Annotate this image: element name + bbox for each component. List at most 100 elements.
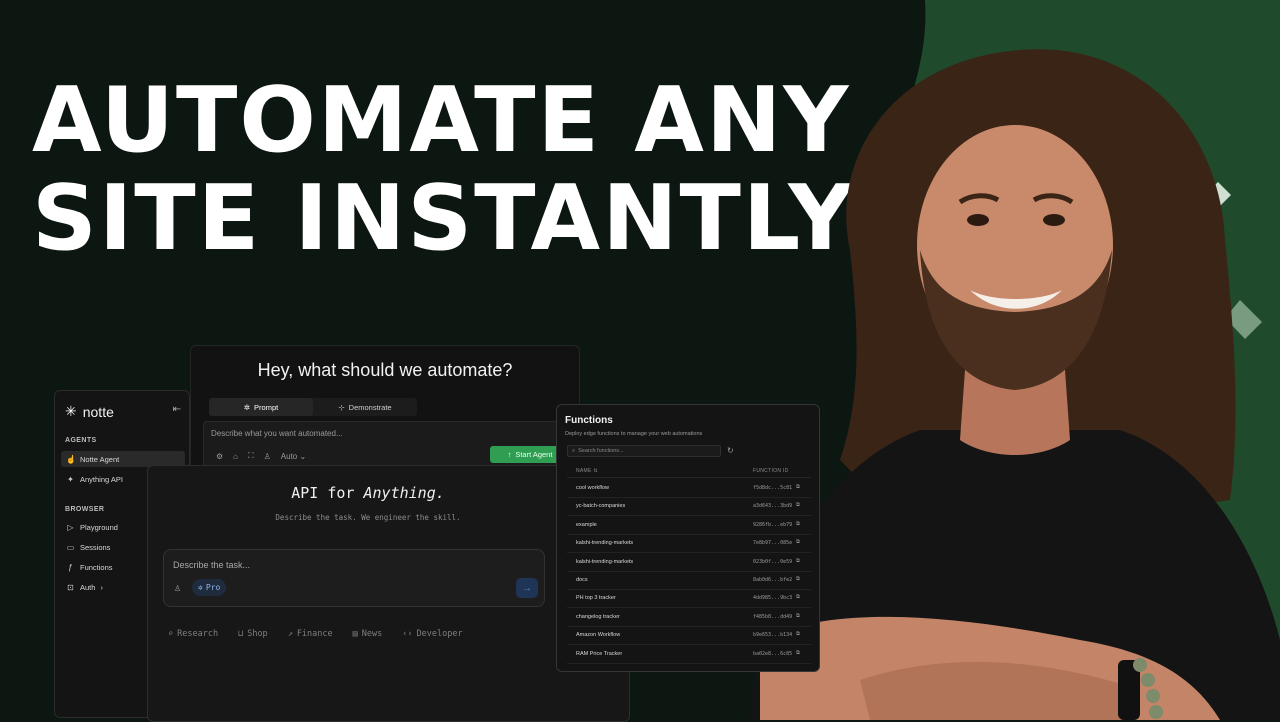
category-shop[interactable]: ⊔ Shop <box>238 629 268 639</box>
api-title-prefix: API for <box>291 484 364 502</box>
sidebar-item-label: Functions <box>80 562 113 572</box>
category-news[interactable]: ▤ News <box>353 629 383 639</box>
function-name: docs <box>576 577 588 583</box>
sort-icon: ⇅ <box>593 468 598 474</box>
pro-badge[interactable]: ✲ Pro <box>192 579 227 596</box>
sparkle-icon: ✦ <box>67 474 74 484</box>
category-list: ⌕ Research ⊔ Shop ↗ Finance ▤ News ‹› Develop… <box>168 629 463 639</box>
function-id: a3d643...3bd9 <box>753 503 793 510</box>
start-agent-label: Start Agent <box>515 450 553 459</box>
section-title-browser: BROWSER <box>65 506 105 513</box>
brand-name: notte <box>82 403 114 420</box>
task-placeholder: Describe the task... <box>173 560 251 570</box>
scan-icon[interactable]: ⛶ <box>248 451 254 461</box>
function-id: 4dd985...9bc3 <box>753 595 793 602</box>
table-row[interactable]: PH top 3 tracker 4dd985...9bc3 ⧉ <box>567 589 811 609</box>
function-name: kalshi-trending-markets <box>576 558 634 565</box>
column-function-id: FUNCTION ID <box>753 468 789 474</box>
copy-icon[interactable]: ⧉ <box>796 650 800 657</box>
api-title: API for Anything. <box>148 484 588 502</box>
copy-icon[interactable]: ⧉ <box>796 594 800 601</box>
functions-table-header: NAME ⇅ FUNCTION ID <box>567 465 811 478</box>
function-id: f5d8dc...5c81 <box>753 485 793 491</box>
copy-icon[interactable]: ⧉ <box>796 613 800 620</box>
cursor-icon: ⊹ <box>338 402 345 412</box>
tab-demonstrate[interactable]: ⊹ Demonstrate <box>313 398 417 416</box>
collapse-sidebar-icon[interactable]: ⇤ <box>173 404 181 415</box>
prompt-placeholder: Describe what you want automated... <box>211 429 343 438</box>
copy-icon[interactable]: ⧉ <box>796 558 800 565</box>
table-row[interactable]: kalshi-trending-markets 023b0f...0e59 ⧉ <box>567 553 811 572</box>
functions-search-input[interactable]: ⌕ Search functions... <box>567 445 721 457</box>
settings-icon[interactable]: ⚙ <box>216 452 223 461</box>
table-row[interactable]: cool workflow f5d8dc...5c81 ⧉ <box>567 479 811 498</box>
table-row[interactable]: Amazon Workflow b9e653...b134 ⧉ <box>567 626 811 646</box>
mode-select[interactable]: Auto ⌄ <box>281 452 306 461</box>
chevron-right-icon: › <box>100 582 103 592</box>
tab-prompt[interactable]: ✲ Prompt <box>209 398 313 416</box>
newspaper-icon: ▤ <box>352 629 358 639</box>
lock-icon[interactable]: ⌂ <box>233 452 238 461</box>
send-button[interactable]: → <box>516 578 538 598</box>
category-research[interactable]: ⌕ Research <box>168 629 218 639</box>
functions-search-placeholder: Search functions... <box>578 448 624 454</box>
notte-logo-icon: ✳ <box>65 403 77 419</box>
chevron-down-icon: ⌄ <box>299 451 307 461</box>
copy-icon[interactable]: ⧉ <box>796 539 800 546</box>
brand[interactable]: ✳ notte <box>65 403 114 420</box>
refresh-icon[interactable]: ↻ <box>727 446 734 455</box>
cart-icon: ⊔ <box>238 629 244 639</box>
copy-icon[interactable]: ⧉ <box>796 502 800 509</box>
column-name[interactable]: NAME ⇅ <box>576 468 598 474</box>
category-label: Developer <box>416 629 463 639</box>
copy-icon[interactable]: ⧉ <box>796 576 800 583</box>
function-name: cool workflow <box>576 485 610 491</box>
search-icon: ⌕ <box>572 447 576 454</box>
function-id: 023b0f...0e59 <box>753 558 793 565</box>
monitor-icon: ▭ <box>66 542 75 552</box>
column-name-label: NAME <box>576 468 592 474</box>
arrow-right-icon: → <box>522 582 532 594</box>
api-title-emphasis: Anything. <box>363 484 445 502</box>
table-row[interactable]: yc-batch-companies a3d643...3bd9 ⧉ <box>567 497 811 517</box>
table-row[interactable]: RAM Price Tracker ba02e8...6c85 ⧉ <box>567 645 811 664</box>
copy-icon[interactable]: ⧉ <box>796 484 800 491</box>
sparkle-icon: ✲ <box>243 402 251 412</box>
user-icon[interactable]: ♙ <box>174 584 181 593</box>
section-title-agents: AGENTS <box>65 437 97 444</box>
code-icon: ‹› <box>402 629 413 639</box>
function-name: kalshi-trending-markets <box>576 540 634 547</box>
function-name: example <box>576 521 597 528</box>
function-id: 8ab0d6...bfe2 <box>753 577 793 583</box>
sparkle-icon: ✲ <box>198 583 203 592</box>
table-row[interactable]: kalshi-trending-markets 7e8b97...085e ⧉ <box>567 534 811 554</box>
sidebar-item-label: Auth <box>80 582 96 592</box>
table-row[interactable]: changelog tracker f485b8...dd49 ⧉ <box>567 608 811 627</box>
tab-prompt-label: Prompt <box>254 402 279 412</box>
pro-badge-label: Pro <box>205 583 221 592</box>
copy-icon[interactable]: ⧉ <box>796 631 800 638</box>
prompt-question: Hey, what should we automate? <box>257 360 513 380</box>
table-row[interactable]: example 9286fb...eb79 ⧉ <box>567 516 811 535</box>
mode-label: Auto <box>280 451 298 461</box>
arrow-up-icon: ↑ <box>507 450 512 459</box>
category-label: Shop <box>247 629 268 639</box>
hand-icon: ☝ <box>66 454 76 464</box>
category-label: Research <box>177 629 219 639</box>
table-row[interactable]: docs 8ab0d6...bfe2 ⧉ <box>567 571 811 590</box>
category-developer[interactable]: ‹› Developer <box>402 629 462 639</box>
function-name: Amazon Workflow <box>576 632 621 639</box>
function-name: yc-batch-companies <box>576 503 626 510</box>
user-icon[interactable]: ♙ <box>264 452 271 461</box>
function-id: 9286fb...eb79 <box>753 521 793 528</box>
sidebar-item-label: Anything API <box>80 474 123 484</box>
task-input[interactable]: Describe the task... ♙ ✲ Pro → <box>163 549 545 607</box>
category-finance[interactable]: ↗ Finance <box>288 629 333 639</box>
function-id: b9e653...b134 <box>753 632 793 639</box>
functions-description: Deploy edge functions to manage your web… <box>565 431 703 437</box>
sidebar-item-label: Sessions <box>80 542 111 552</box>
function-name: changelog tracker <box>576 613 620 620</box>
copy-icon[interactable]: ⧉ <box>796 521 800 528</box>
sidebar-item-label: Notte Agent <box>80 454 120 464</box>
function-id: ba02e8...6c85 <box>753 650 793 657</box>
